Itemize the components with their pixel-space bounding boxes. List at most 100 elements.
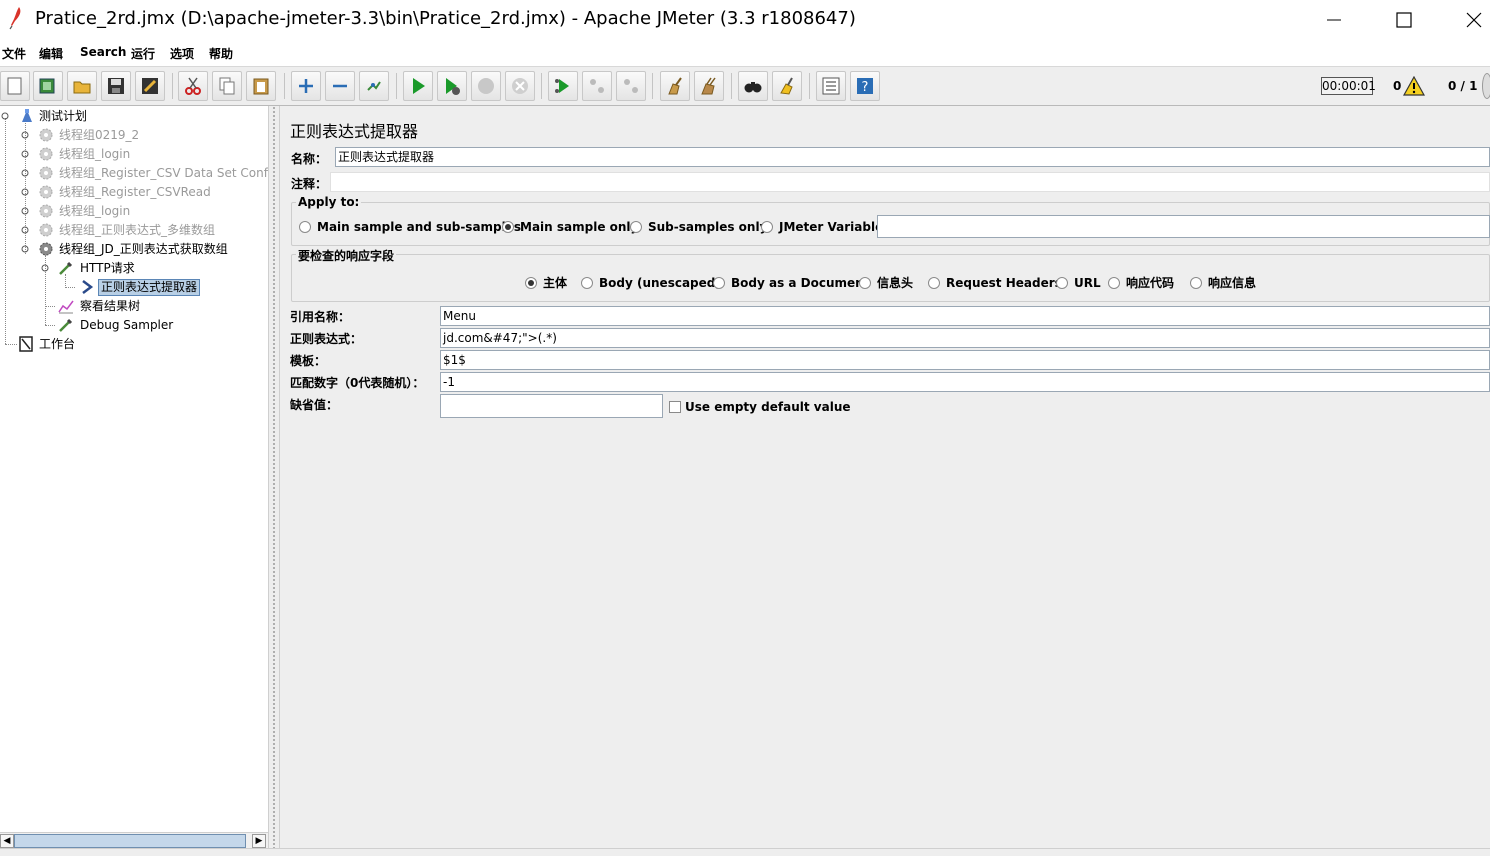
expand-toggle-icon[interactable]	[21, 131, 29, 139]
radio-indicator	[1190, 277, 1202, 289]
remote-stop-button[interactable]	[582, 71, 612, 101]
scrollbar-thumb[interactable]	[14, 834, 246, 848]
remote-start-icon	[555, 79, 569, 93]
remote-start-button[interactable]	[548, 71, 578, 101]
paste-icon	[253, 78, 269, 95]
tree-item-thread-group[interactable]: 线程组_正则表达式_多维数组	[0, 221, 268, 239]
test-plan-tree[interactable]: 测试计划 线程组0219_2 线程组_login 线程组_Register_CS…	[0, 106, 268, 832]
function-helper-button[interactable]	[816, 71, 846, 101]
save-as-button[interactable]	[135, 71, 165, 101]
gear-icon	[39, 223, 53, 237]
menu-options[interactable]: 选项	[170, 45, 194, 62]
radio-label: 响应信息	[1208, 276, 1257, 290]
tree-item-thread-group-jd[interactable]: 线程组_JD_正则表达式获取数组	[0, 240, 268, 258]
play-icon	[413, 78, 425, 94]
tree-item-test-plan[interactable]: 测试计划	[0, 107, 268, 125]
match-no-field[interactable]: -1	[440, 372, 1490, 392]
tree-item-label: Debug Sampler	[80, 318, 174, 332]
use-empty-default-checkbox[interactable]	[669, 401, 681, 413]
menu-file[interactable]: 文件	[2, 45, 26, 62]
expand-all-button[interactable]	[291, 71, 321, 101]
extractor-arrow-icon	[82, 280, 94, 294]
tree-item-workbench[interactable]: 工作台	[0, 335, 268, 353]
start-button[interactable]	[403, 71, 433, 101]
tree-item-thread-group[interactable]: 线程组_Register_CSV Data Set Config	[0, 164, 268, 182]
menu-bar: 文件 编辑 Search 运行 选项 帮助	[0, 40, 1490, 66]
save-button[interactable]	[101, 71, 131, 101]
tree-item-thread-group[interactable]: 线程组_login	[0, 202, 268, 220]
collapse-all-button[interactable]	[325, 71, 355, 101]
maximize-icon	[1396, 12, 1412, 28]
help-button[interactable]: ?	[850, 71, 880, 101]
menu-run[interactable]: 运行	[131, 45, 155, 62]
expand-toggle-icon[interactable]	[21, 169, 29, 177]
close-button[interactable]	[1459, 6, 1489, 34]
tree-horizontal-scrollbar[interactable]: ◀ ▶	[0, 832, 268, 848]
menu-search[interactable]: Search	[80, 45, 126, 59]
open-folder-icon	[73, 81, 91, 94]
maximize-button[interactable]	[1389, 6, 1419, 34]
tree-item-thread-group[interactable]: 线程组0219_2	[0, 126, 268, 144]
expand-toggle-icon[interactable]	[21, 226, 29, 234]
tree-item-http-request[interactable]: HTTP请求	[0, 259, 268, 277]
new-button[interactable]	[0, 71, 30, 101]
scroll-right-icon[interactable]: ▶	[252, 834, 266, 848]
pipette-icon	[59, 318, 73, 332]
radio-indicator-selected	[502, 221, 514, 233]
menu-edit[interactable]: 编辑	[39, 45, 63, 62]
expand-toggle-icon[interactable]	[21, 207, 29, 215]
shutdown-button[interactable]	[505, 71, 535, 101]
save-icon	[108, 78, 124, 94]
reference-name-field[interactable]: Menu	[440, 306, 1490, 326]
remote-shutdown-button[interactable]	[616, 71, 646, 101]
minimize-button[interactable]	[1319, 6, 1349, 34]
regex-field[interactable]: jd.com&#47;">(.*)	[440, 328, 1490, 348]
template-field[interactable]: $1$	[440, 350, 1490, 370]
gear-icon	[39, 128, 53, 142]
shutdown-icon	[512, 78, 528, 94]
tree-item-view-results-tree[interactable]: 察看结果树	[0, 297, 268, 315]
comment-field[interactable]	[330, 172, 1490, 192]
expand-toggle-icon[interactable]	[41, 264, 49, 272]
expand-toggle-icon[interactable]	[1, 112, 9, 120]
radio-indicator	[928, 277, 940, 289]
start-no-pause-button[interactable]	[437, 71, 467, 101]
reset-search-button[interactable]	[772, 71, 802, 101]
radio-indicator	[1108, 277, 1120, 289]
open-button[interactable]	[67, 71, 97, 101]
stop-button[interactable]	[471, 71, 501, 101]
warning-icon[interactable]	[1403, 76, 1425, 96]
comment-label: 注释：	[291, 177, 328, 191]
tree-item-regex-extractor[interactable]: 正则表达式提取器	[0, 278, 268, 296]
menu-help[interactable]: 帮助	[209, 45, 233, 62]
toggle-button[interactable]	[359, 71, 389, 101]
jmeter-variable-field[interactable]	[877, 215, 1490, 238]
templates-button[interactable]	[33, 71, 63, 101]
paste-button[interactable]	[246, 71, 276, 101]
default-value-label: 缺省值：	[290, 398, 339, 412]
apply-to-title: Apply to:	[296, 195, 362, 209]
tree-item-debug-sampler[interactable]: Debug Sampler	[0, 316, 268, 334]
expand-toggle-icon[interactable]	[21, 150, 29, 158]
radio-label: Request Headers	[946, 276, 1062, 290]
copy-button[interactable]	[212, 71, 242, 101]
default-value-field[interactable]	[440, 394, 663, 418]
expand-toggle-icon[interactable]	[21, 245, 29, 253]
name-field[interactable]: 正则表达式提取器	[335, 147, 1490, 167]
radio-indicator	[630, 221, 642, 233]
expand-toggle-icon[interactable]	[21, 188, 29, 196]
tree-item-label: 线程组_login	[59, 147, 131, 161]
remote-shutdown-icon	[624, 79, 638, 93]
cut-button[interactable]	[178, 71, 208, 101]
tree-item-thread-group[interactable]: 线程组_login	[0, 145, 268, 163]
broom-icon	[668, 77, 682, 95]
clear-button[interactable]	[660, 71, 690, 101]
search-button[interactable]	[738, 71, 768, 101]
tree-item-label: 工作台	[39, 337, 76, 351]
clear-all-button[interactable]	[694, 71, 724, 101]
scroll-left-icon[interactable]: ◀	[0, 834, 14, 848]
split-pane-divider[interactable]	[268, 106, 280, 848]
tree-item-thread-group[interactable]: 线程组_Register_CSVRead	[0, 183, 268, 201]
binoculars-icon	[744, 82, 762, 93]
minus-icon	[333, 84, 347, 88]
